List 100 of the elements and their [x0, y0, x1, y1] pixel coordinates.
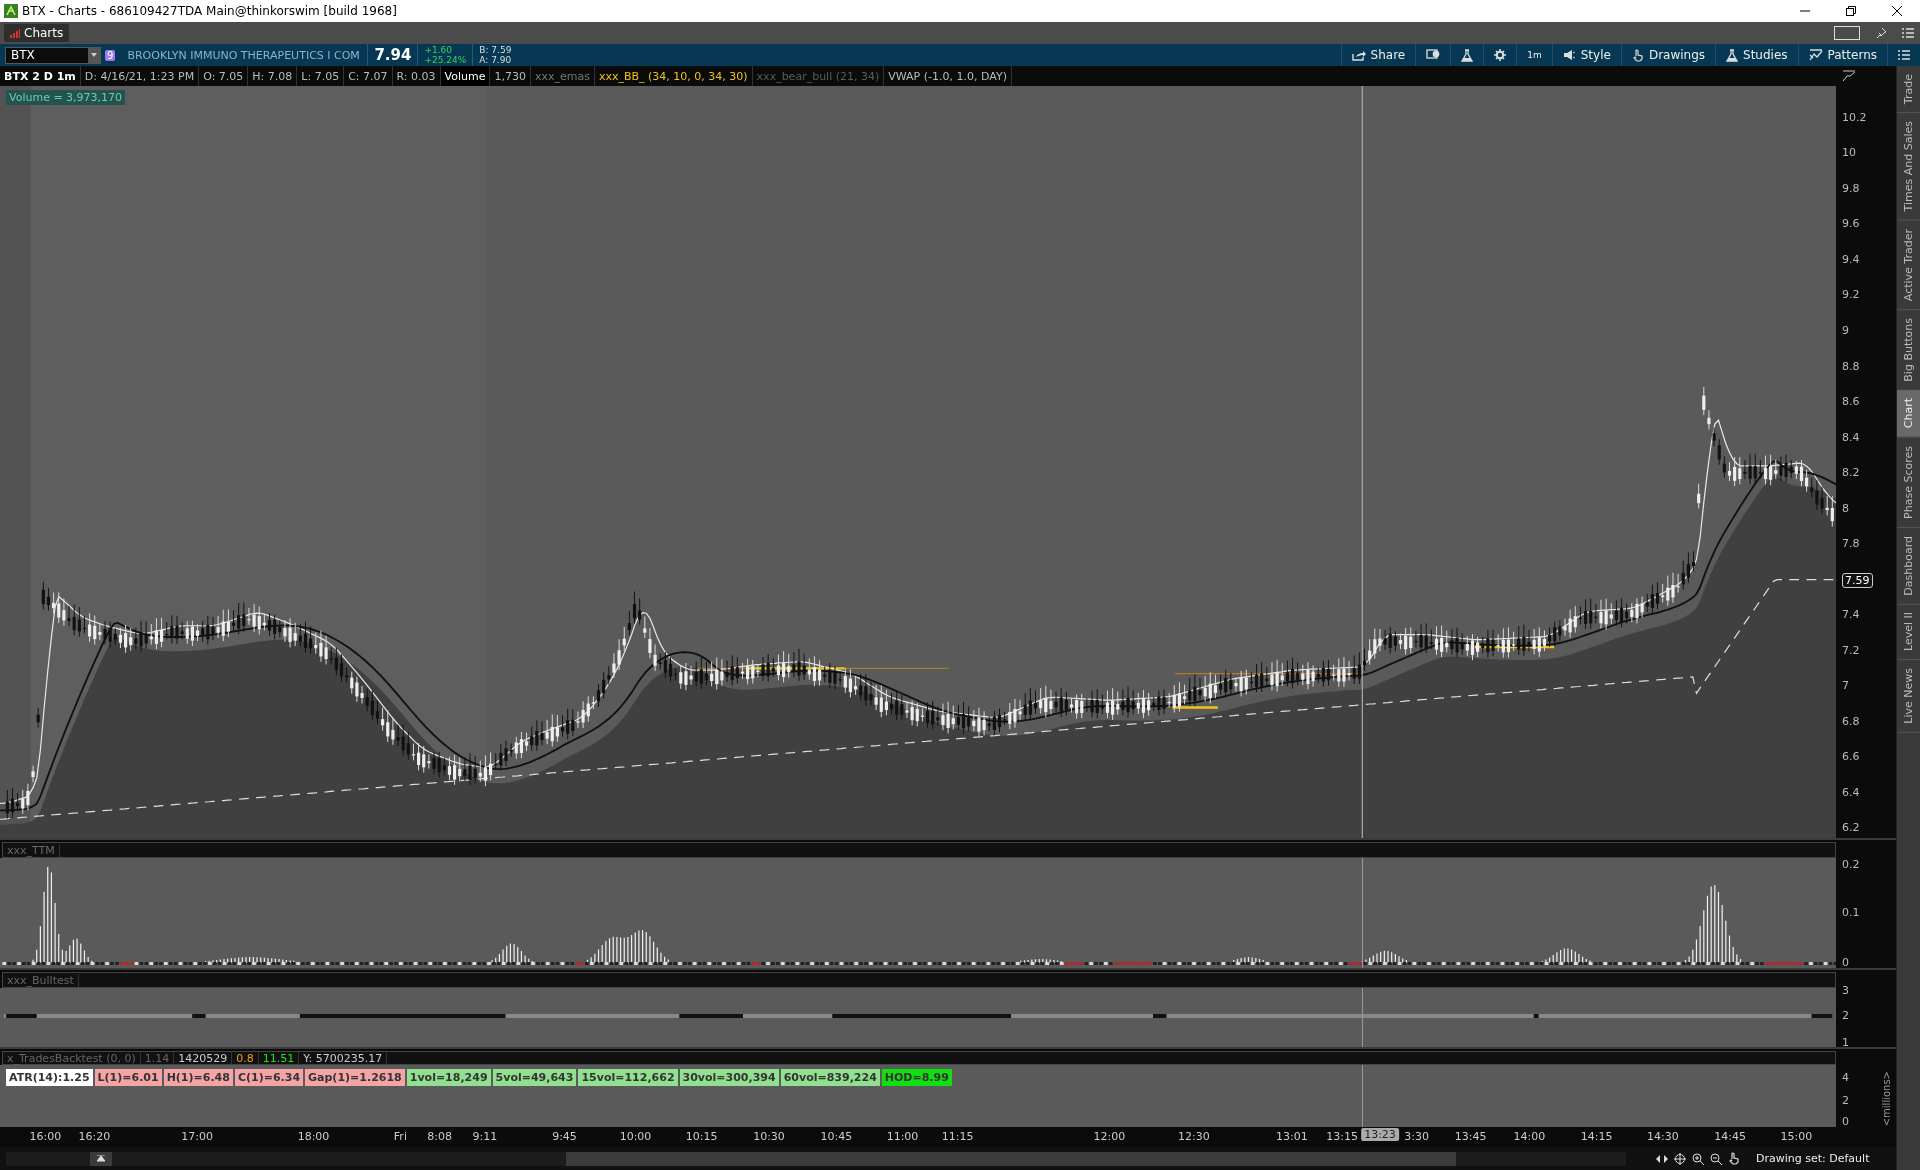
axis-label: 6.2: [1842, 821, 1860, 835]
side-tab[interactable]: Times And Sales: [1897, 113, 1920, 221]
side-tab[interactable]: Big Buttons: [1897, 309, 1920, 391]
side-tab[interactable]: Dashboard: [1897, 527, 1920, 605]
crosshair-icon[interactable]: [1674, 1152, 1686, 1165]
stat-label: HOD=8.99: [881, 1069, 952, 1086]
axis-label: 7: [1842, 679, 1849, 693]
axis-label: 8: [1842, 501, 1849, 515]
time-label: 16:20: [78, 1130, 111, 1143]
axis-label: 8.8: [1842, 359, 1860, 373]
time-label: 8:08: [427, 1130, 452, 1143]
app-logo-icon: [4, 4, 18, 18]
bar-chart-icon: [10, 28, 20, 38]
study-value: 11.51: [258, 1051, 300, 1065]
time-label: 13:45: [1454, 1130, 1487, 1143]
time-label: 11:00: [886, 1130, 919, 1143]
axis-label: 9.4: [1842, 252, 1860, 266]
pan-arrows-icon[interactable]: [1656, 1154, 1668, 1163]
side-tab[interactable]: Trade: [1897, 66, 1920, 114]
study-value: 1420529: [174, 1051, 233, 1065]
window-layout-icon[interactable]: [1834, 26, 1860, 40]
side-tab[interactable]: Chart: [1897, 390, 1920, 438]
zoom-in-icon[interactable]: [1692, 1152, 1704, 1165]
study-title: xxx_TTM: [3, 843, 60, 857]
time-label: 14:30: [1647, 1130, 1679, 1143]
study-value: 0.8: [232, 1051, 259, 1065]
collapse-icon: [97, 1155, 105, 1162]
time-label: 10:30: [753, 1130, 785, 1143]
expand-handle[interactable]: [90, 1151, 112, 1166]
pin-icon[interactable]: [1876, 28, 1886, 38]
stat-label: 15vol=112,662: [578, 1069, 678, 1086]
flask-icon: [1461, 48, 1474, 62]
percent-change: +25.24%: [424, 55, 467, 65]
side-tab[interactable]: Active Trader: [1897, 220, 1920, 310]
axis-label: 6.6: [1842, 750, 1860, 764]
window-title: BTX - Charts - 686109427TDA Main@thinkorswim [build 1968]: [22, 4, 397, 18]
chat-bubble-icon: [1426, 49, 1441, 61]
axis-label: 6.8: [1842, 714, 1860, 728]
side-tab[interactable]: Level II: [1897, 604, 1920, 661]
time-label: 11:15: [941, 1130, 974, 1143]
axis-label: 6.4: [1842, 785, 1860, 799]
scroll-thumb[interactable]: [566, 1151, 1456, 1166]
menu-icon: [1902, 28, 1914, 38]
zoom-out-icon[interactable]: [1710, 1152, 1722, 1165]
menu-icon: [1898, 50, 1910, 60]
side-tab[interactable]: Phase Scores: [1897, 437, 1920, 528]
scale-icon[interactable]: [1842, 70, 1856, 82]
axis-label: 0: [1842, 956, 1849, 969]
stat-label: 60vol=839,224: [780, 1069, 880, 1086]
stat-label: Gap(1)=1.2618: [305, 1069, 405, 1086]
axis-label: 1: [1842, 1036, 1849, 1049]
hand-icon: [1631, 48, 1644, 62]
company-name: BROOKLYN IMMUNO THERAPEUTICS I COM: [127, 48, 361, 62]
time-label: Fri: [393, 1130, 407, 1143]
time-label: 14:00: [1513, 1130, 1546, 1143]
price-change: +1.60: [424, 45, 453, 55]
flask-icon: [1726, 48, 1739, 62]
axis-label: 0.1: [1842, 906, 1860, 919]
axis-label: 4: [1842, 1071, 1849, 1084]
link-badge[interactable]: 9: [105, 49, 116, 61]
time-label: 13:01: [1275, 1130, 1308, 1143]
symbol-field[interactable]: BTX: [5, 46, 101, 64]
drawing-set-label[interactable]: Drawing set: Default: [1756, 1152, 1870, 1165]
time-label: 10:00: [619, 1130, 652, 1143]
time-label: 10:45: [820, 1130, 853, 1143]
axis-label: 2: [1842, 1009, 1849, 1022]
time-label: 13:15: [1326, 1130, 1358, 1143]
axis-label: 8.6: [1842, 395, 1860, 408]
axis-label: 8.2: [1842, 466, 1860, 479]
time-label: 12:30: [1178, 1130, 1210, 1143]
axis-label: 9.8: [1842, 181, 1860, 195]
hand-icon[interactable]: [1728, 1152, 1740, 1165]
study-title: xxx_Bulltest: [3, 973, 79, 987]
close-icon[interactable]: [1892, 6, 1902, 16]
time-label: 14:15: [1580, 1130, 1613, 1143]
caret-icon: [91, 53, 97, 57]
megaphone-icon: [1562, 49, 1576, 61]
side-tab[interactable]: Live News: [1897, 660, 1920, 733]
charts-tab[interactable]: Charts: [4, 24, 70, 42]
axis-label: 9: [1842, 324, 1849, 337]
axis-label: 9.6: [1842, 217, 1860, 231]
time-label: 16:00: [29, 1130, 62, 1143]
time-label: 14:45: [1714, 1130, 1747, 1143]
axis-label: 3: [1842, 984, 1849, 997]
time-label: 17:00: [181, 1130, 213, 1143]
restore-icon[interactable]: [1846, 6, 1856, 16]
stat-label: 30vol=300,394: [679, 1069, 779, 1086]
time-label: 15:00: [1780, 1130, 1813, 1143]
time-label: 3:30: [1404, 1130, 1430, 1143]
study-label: Volume: [440, 66, 491, 86]
volume-label: Volume = 3,973,170: [6, 90, 126, 105]
time-label: 18:00: [297, 1130, 330, 1143]
time-label: 9:45: [552, 1130, 577, 1143]
study-value: 1.14: [140, 1051, 175, 1065]
study-value: x_TradesBacktest (0, 0): [3, 1051, 141, 1065]
axis-label: 9.2: [1842, 288, 1860, 302]
time-label: 12:00: [1093, 1130, 1126, 1143]
axis-label: 0.2: [1842, 858, 1860, 871]
ask-price: A: 7.90: [479, 55, 512, 65]
stat-label: 5vol=49,643: [492, 1069, 577, 1086]
